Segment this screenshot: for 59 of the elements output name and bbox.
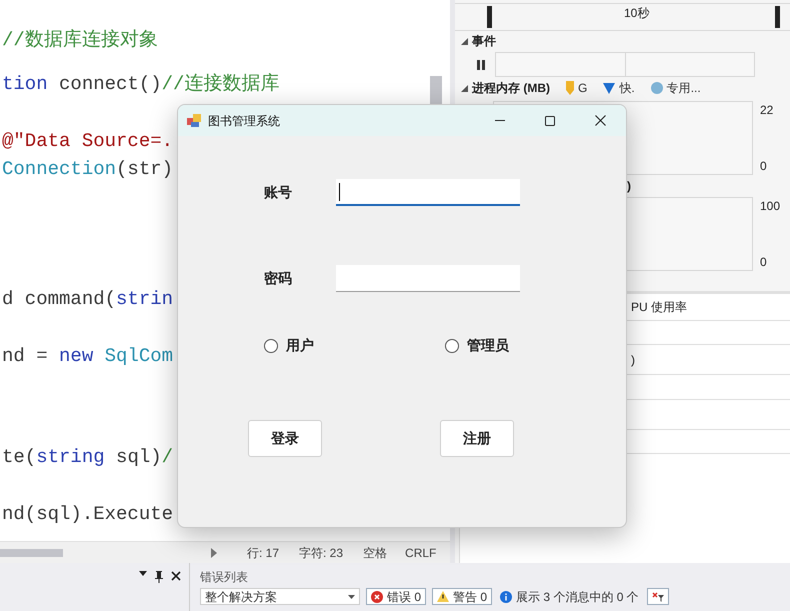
clear-filter-icon	[652, 592, 664, 602]
window-title: 图书管理系统	[208, 112, 280, 130]
messages-button[interactable]: 展示 3 个消息中的 0 个	[498, 588, 641, 605]
axis-label: 100	[760, 198, 780, 215]
login-button[interactable]: 登录	[248, 420, 322, 457]
code-line: Connection(str)	[1, 157, 174, 182]
row-label: )	[631, 352, 635, 368]
radio-option[interactable]: 用户	[264, 335, 445, 356]
axis-label: 0	[760, 158, 768, 175]
radio-option[interactable]: 管理员	[445, 335, 509, 356]
error-list-title: 错误列表	[200, 569, 249, 586]
collapse-icon[interactable]	[461, 38, 468, 44]
code-line: //数据库连接对象	[1, 28, 158, 53]
timeline-marker[interactable]	[487, 6, 492, 28]
memory-title: 进程内存 (MB)	[472, 80, 550, 97]
cpu-usage-title: PU 使用率	[631, 299, 688, 316]
scope-dropdown[interactable]: 整个解决方案	[200, 588, 360, 605]
code-line: nd = new SqlCom	[1, 344, 174, 369]
cpu-title: )	[627, 178, 632, 195]
field-label: 账号	[264, 183, 293, 202]
line-indicator: 行: 17	[247, 544, 280, 562]
scroll-right-icon[interactable]	[211, 548, 217, 558]
info-icon	[500, 590, 512, 602]
warnings-button[interactable]: 警告 0	[432, 588, 492, 605]
code-line: tion connect()//连接数据库	[1, 72, 280, 97]
dropdown-icon[interactable]	[139, 571, 147, 576]
axis-label: 0	[760, 254, 768, 271]
legend-label: G	[578, 80, 588, 97]
column-indicator: 字符: 23	[299, 544, 344, 562]
pin-icon[interactable]	[155, 571, 163, 583]
code-line: te(string sql)/	[1, 445, 174, 470]
horizontal-scrollbar-thumb[interactable]	[0, 548, 63, 556]
input-field[interactable]	[336, 179, 520, 206]
app-icon	[187, 113, 202, 128]
legend-label: 专用...	[666, 80, 701, 97]
maximize-icon[interactable]	[545, 116, 555, 126]
line-ending-indicator: CRLF	[405, 544, 436, 562]
register-button[interactable]: 注册	[440, 420, 514, 457]
caret-icon	[348, 594, 355, 598]
timeline-label: 10秒	[624, 5, 650, 22]
errors-button[interactable]: 错误 0	[366, 588, 426, 605]
axis-label: 22	[760, 102, 774, 119]
clear-filter-button[interactable]	[646, 588, 669, 605]
events-title: 事件	[472, 33, 496, 50]
indent-indicator: 空格	[363, 544, 388, 562]
code-line: d command(strin	[1, 287, 174, 312]
scrollbar-thumb[interactable]	[430, 76, 442, 106]
error-icon	[371, 590, 383, 602]
close-icon[interactable]	[171, 571, 181, 581]
close-icon[interactable]	[595, 115, 606, 126]
code-line: nd(sql).Execute	[1, 502, 174, 527]
warning-icon	[437, 591, 450, 602]
collapse-icon[interactable]	[461, 84, 468, 92]
legend-label: 快.	[619, 80, 635, 97]
input-field[interactable]	[336, 265, 520, 292]
code-line: @"Data Source=.	[1, 129, 174, 154]
field-label: 密码	[264, 269, 293, 288]
pause-icon[interactable]	[477, 60, 485, 70]
timeline-marker[interactable]	[775, 6, 780, 28]
